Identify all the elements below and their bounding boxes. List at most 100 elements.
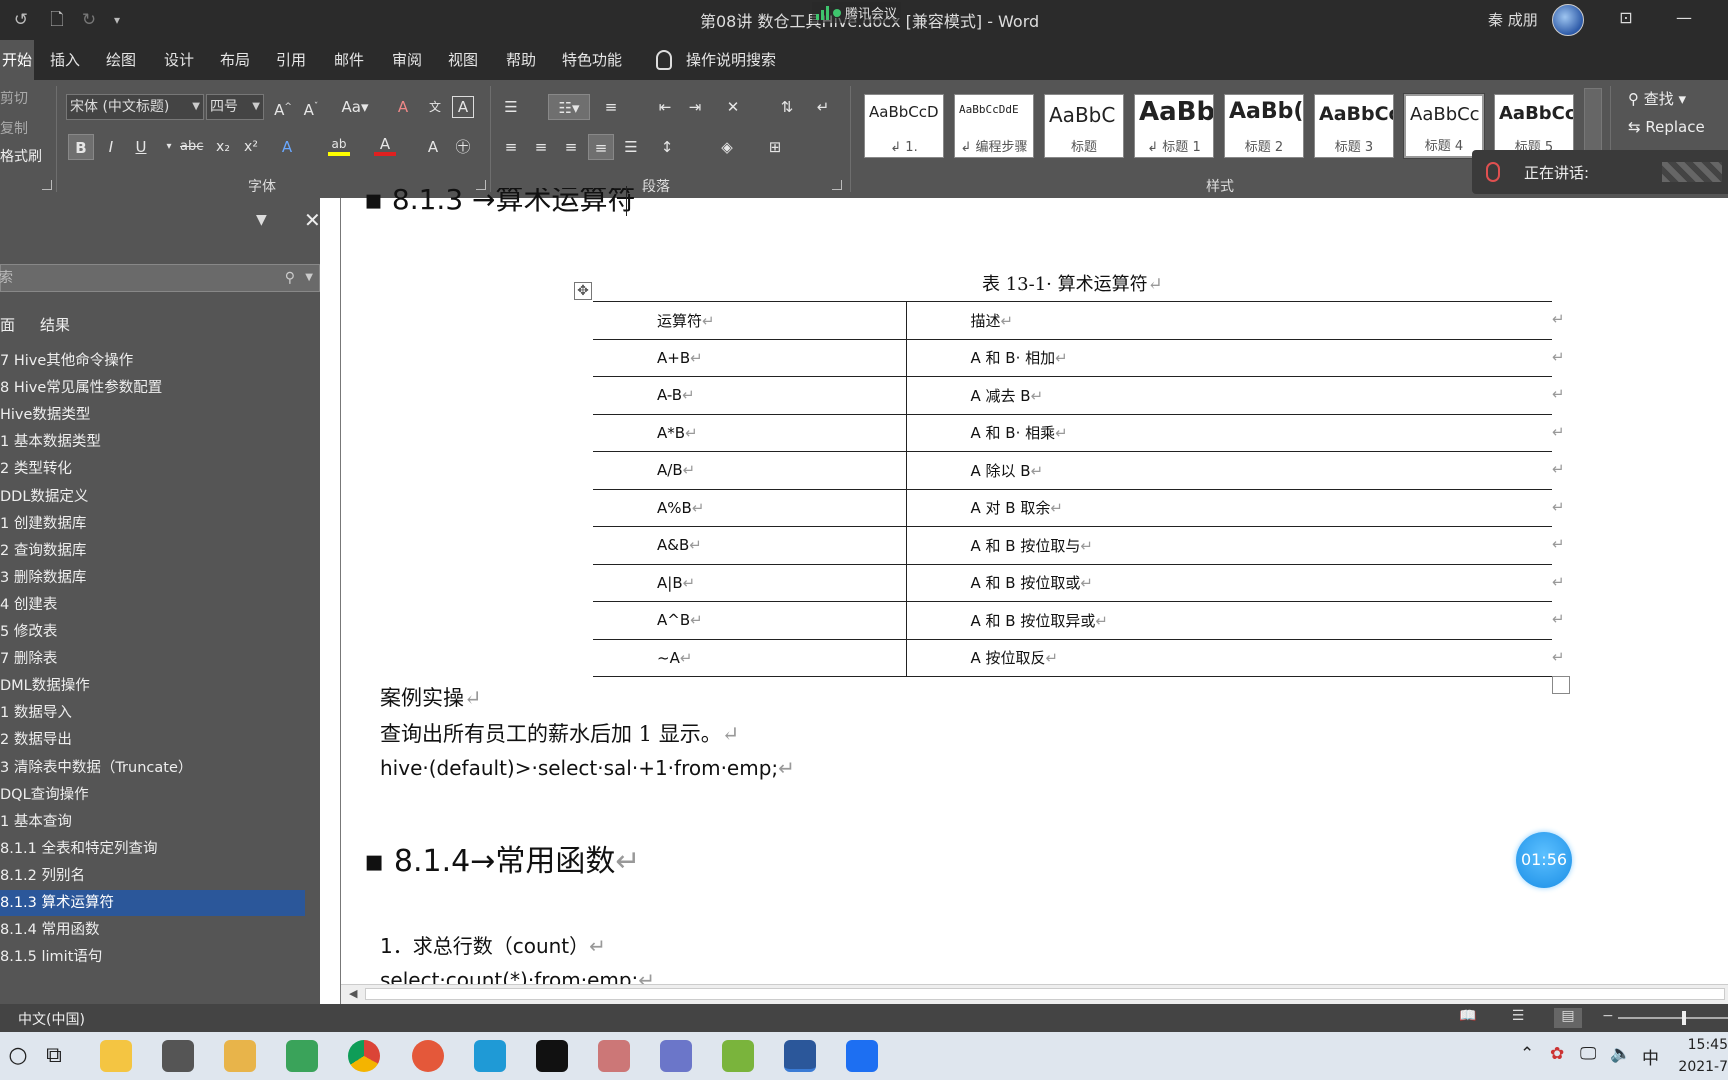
tab-draw[interactable]: 绘图	[104, 40, 138, 80]
description-cell[interactable]: A 按位取反↵	[906, 638, 1552, 677]
nav-heading-item[interactable]: 7 删除表	[0, 646, 305, 672]
enclose-characters-icon[interactable]: ㊉	[452, 134, 474, 160]
description-cell[interactable]: A 对 B 取余↵	[906, 488, 1552, 527]
show-marks-icon[interactable]: ↵	[812, 94, 834, 120]
nav-heading-item[interactable]: 8.1.5 limit语句	[0, 944, 305, 970]
close-icon[interactable]: ✕	[304, 208, 321, 232]
font-size-combo[interactable]: 四号 ▼	[206, 94, 264, 120]
nav-heading-item[interactable]: 1 基本查询	[0, 809, 305, 835]
nav-heading-item[interactable]: Hive数据类型	[0, 402, 305, 428]
word-icon[interactable]	[784, 1040, 816, 1072]
scroll-track[interactable]	[365, 988, 1725, 1000]
paint-icon[interactable]	[224, 1040, 256, 1072]
zoom-slider[interactable]	[1618, 1017, 1728, 1019]
description-cell[interactable]: A 和 B 按位取或↵	[906, 563, 1552, 602]
bullets-icon[interactable]: ☰	[500, 94, 522, 120]
tencent-meeting-icon[interactable]	[846, 1040, 878, 1072]
subscript-button[interactable]: x₂	[212, 134, 234, 160]
font-color-icon[interactable]: A	[374, 134, 396, 156]
grow-font-button[interactable]: A^	[272, 94, 294, 120]
tab-review[interactable]: 审阅	[390, 40, 424, 80]
tray-app-icon[interactable]: ✿	[1550, 1044, 1564, 1064]
nav-heading-item[interactable]: DDL数据定义	[0, 484, 305, 510]
notepad-plus-icon[interactable]	[286, 1040, 318, 1072]
replace-button[interactable]: ⇆ Replace	[1628, 118, 1705, 136]
start-icon[interactable]: ○	[2, 1040, 34, 1072]
description-cell[interactable]: 描述↵	[906, 301, 1552, 340]
italic-button[interactable]: I	[100, 134, 122, 160]
copy-button[interactable]: 复制	[0, 118, 28, 138]
meeting-indicator[interactable]: 腾讯会议	[812, 2, 902, 23]
nav-heading-item[interactable]: 4 创建表	[0, 592, 305, 618]
nav-heading-item[interactable]: 1 创建数据库	[0, 511, 305, 537]
description-cell[interactable]: A 和 B· 相加↵	[906, 338, 1552, 377]
nav-heading-item[interactable]: 7 Hive其他命令操作	[0, 348, 305, 374]
style-card[interactable]: AaBbCc 标题 3	[1314, 94, 1394, 158]
find-button[interactable]: ⚲ 查找 ▾	[1628, 88, 1686, 109]
autosave-icon[interactable]: ↺	[8, 8, 34, 32]
table-caption[interactable]: 表 13-1· 算术运算符↵	[982, 270, 1163, 296]
tab-home[interactable]: 开始	[0, 40, 34, 80]
nav-heading-item[interactable]: 2 查询数据库	[0, 538, 305, 564]
print-layout-icon[interactable]: ☰	[1504, 1008, 1532, 1028]
tab-layout[interactable]: 布局	[218, 40, 252, 80]
clear-formatting-icon[interactable]: A	[392, 94, 414, 120]
snail-app-icon[interactable]	[412, 1040, 444, 1072]
chinese-layout-icon[interactable]: ✕	[722, 94, 744, 120]
underline-dropdown-icon[interactable]: ▾	[158, 134, 180, 160]
meeting-timer[interactable]: 01:56	[1516, 832, 1572, 888]
customize-toolbar-icon[interactable]: ▾	[104, 8, 130, 32]
description-cell[interactable]: A 和 B· 相乘↵	[906, 413, 1552, 452]
tell-me-search[interactable]: 操作说明搜索	[652, 40, 776, 80]
underline-button[interactable]: U	[130, 134, 152, 160]
distributed-icon[interactable]: ☰	[620, 134, 642, 160]
operator-cell[interactable]: A+B↵	[593, 338, 907, 377]
align-left-icon[interactable]: ≡	[500, 134, 522, 160]
intellij-icon[interactable]	[536, 1040, 568, 1072]
nav-heading-item[interactable]: 5 修改表	[0, 619, 305, 645]
app-icon[interactable]	[474, 1040, 506, 1072]
sort-icon[interactable]: ⇅	[776, 94, 798, 120]
font-name-combo[interactable]: 宋体 (中文标题) ▼	[66, 94, 204, 120]
nav-heading-item[interactable]: 3 清除表中数据（Truncate）	[0, 755, 305, 781]
format-painter-button[interactable]: 格式刷	[0, 146, 42, 166]
character-shading-icon[interactable]: A	[422, 134, 444, 160]
case-description[interactable]: 查询出所有员工的薪水后加 1 显示。↵	[380, 718, 739, 748]
minimize-button[interactable]: —	[1672, 8, 1696, 30]
nav-heading-item[interactable]: 8.1.4 常用函数	[0, 917, 305, 943]
calculator-icon[interactable]	[162, 1040, 194, 1072]
bold-button[interactable]: B	[68, 134, 94, 160]
heading-814[interactable]: ▪ 8.1.4→常用函数↵	[364, 836, 641, 880]
decrease-indent-icon[interactable]: ⇤	[654, 94, 676, 120]
horizontal-scrollbar[interactable]: ◀	[341, 984, 1728, 1004]
table-resize-handle[interactable]	[1552, 676, 1570, 694]
nav-heading-item[interactable]: 8.1.3 算术运算符	[0, 890, 305, 916]
file-explorer-icon[interactable]	[100, 1040, 132, 1072]
operator-cell[interactable]: 运算符↵	[593, 301, 907, 340]
operator-cell[interactable]: A%B↵	[593, 488, 907, 527]
style-card[interactable]: AaBb(标题 2	[1224, 94, 1304, 158]
line-spacing-icon[interactable]: ↕	[656, 134, 678, 160]
search-icon[interactable]: ⚲	[285, 265, 295, 291]
language-indicator[interactable]: 中文(中国)	[18, 1009, 85, 1029]
operator-cell[interactable]: ~A↵	[593, 638, 907, 677]
tab-mailings[interactable]: 邮件	[332, 40, 366, 80]
style-card-selected[interactable]: AaBbCc 标题 4	[1403, 93, 1485, 159]
clock[interactable]: 15:45 2021-7	[1672, 1034, 1728, 1078]
dolphin-icon[interactable]	[660, 1040, 692, 1072]
user-name[interactable]: 秦 成朋	[1488, 9, 1538, 30]
nav-tab-pages[interactable]: 面	[0, 314, 15, 335]
nav-heading-item[interactable]: 2 类型转化	[0, 456, 305, 482]
justify-icon[interactable]: ≡	[588, 134, 614, 160]
clipboard-dialog-launcher[interactable]	[42, 180, 52, 190]
zoom-slider-thumb[interactable]	[1682, 1011, 1686, 1025]
nav-heading-item[interactable]: 8.1.1 全表和特定列查询	[0, 836, 305, 862]
chevron-up-icon[interactable]: ⌃	[1520, 1044, 1534, 1064]
operator-cell[interactable]: A/B↵	[593, 451, 907, 490]
operator-cell[interactable]: A&B↵	[593, 526, 907, 565]
multilevel-list-icon[interactable]: ≡	[600, 94, 622, 120]
table-move-handle[interactable]: ✥	[574, 282, 592, 300]
read-mode-icon[interactable]: 📖	[1454, 1008, 1482, 1028]
numbering-icon[interactable]: ☷▾	[548, 94, 590, 120]
case-title[interactable]: 案例实操↵	[380, 682, 482, 712]
